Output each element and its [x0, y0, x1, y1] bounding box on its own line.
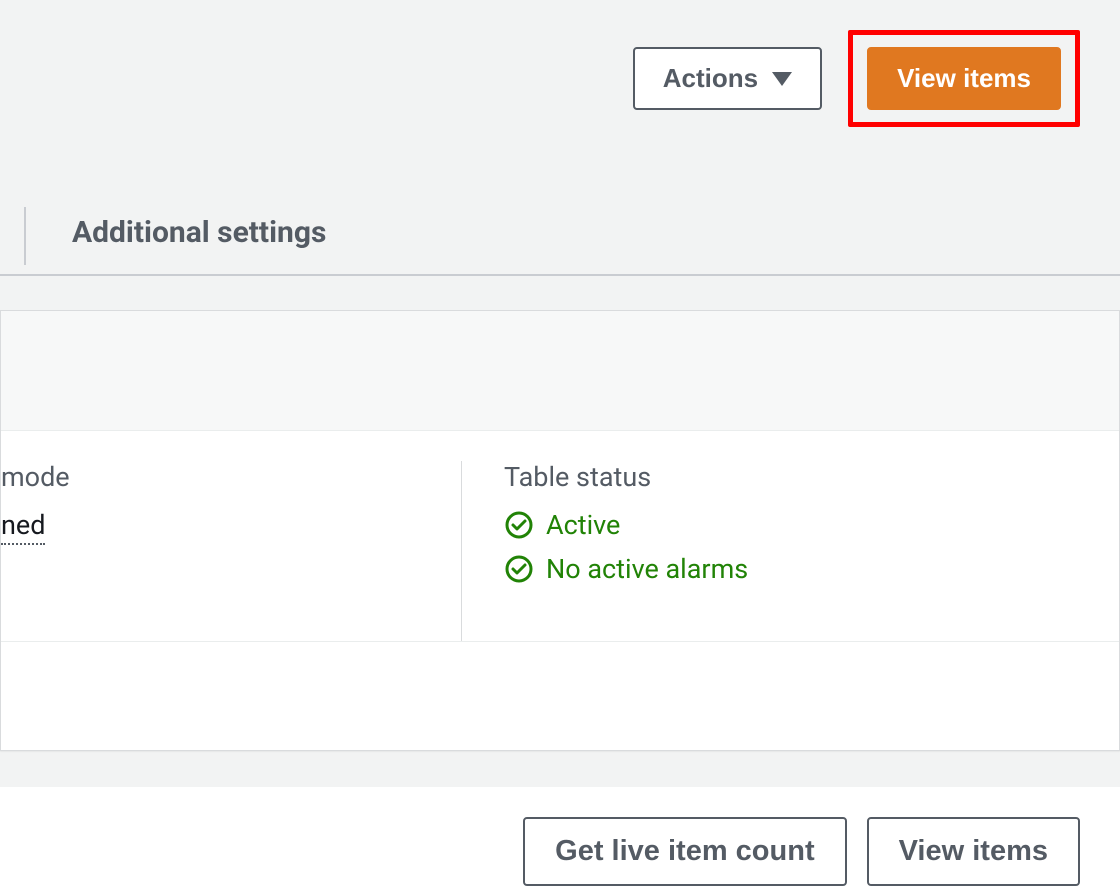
- table-status-label: Table status: [504, 461, 1079, 493]
- panel-body: mode ned Table status Active No active a…: [1, 431, 1119, 642]
- caret-down-icon: [772, 72, 792, 86]
- mode-label: mode: [1, 461, 421, 493]
- status-active-text: Active: [546, 509, 620, 541]
- status-alarms-text: No active alarms: [546, 553, 748, 585]
- tab-bar: Additional settings: [0, 197, 1120, 276]
- panel-footer: [1, 642, 1119, 750]
- view-items-button-secondary[interactable]: View items: [867, 817, 1080, 886]
- details-panel: mode ned Table status Active No active a…: [0, 310, 1120, 751]
- mode-column: mode ned: [1, 461, 461, 641]
- actions-label: Actions: [663, 63, 758, 94]
- view-items-button[interactable]: View items: [867, 47, 1061, 110]
- tab-divider: [24, 207, 26, 265]
- mode-value: ned: [1, 509, 45, 545]
- get-live-item-count-button[interactable]: Get live item count: [523, 817, 846, 886]
- status-active-row: Active: [504, 509, 1079, 541]
- status-column: Table status Active No active alarms: [461, 461, 1119, 641]
- check-circle-icon: [504, 510, 534, 540]
- panel-header: [1, 311, 1119, 431]
- view-items-label: View items: [897, 63, 1031, 94]
- actions-dropdown-button[interactable]: Actions: [633, 47, 822, 110]
- top-toolbar: Actions View items: [0, 0, 1120, 167]
- highlight-box: View items: [848, 30, 1080, 127]
- check-circle-icon: [504, 554, 534, 584]
- status-alarms-row: No active alarms: [504, 553, 1079, 585]
- bottom-section: Get live item count View items: [0, 787, 1120, 886]
- tab-additional-settings[interactable]: Additional settings: [72, 197, 326, 274]
